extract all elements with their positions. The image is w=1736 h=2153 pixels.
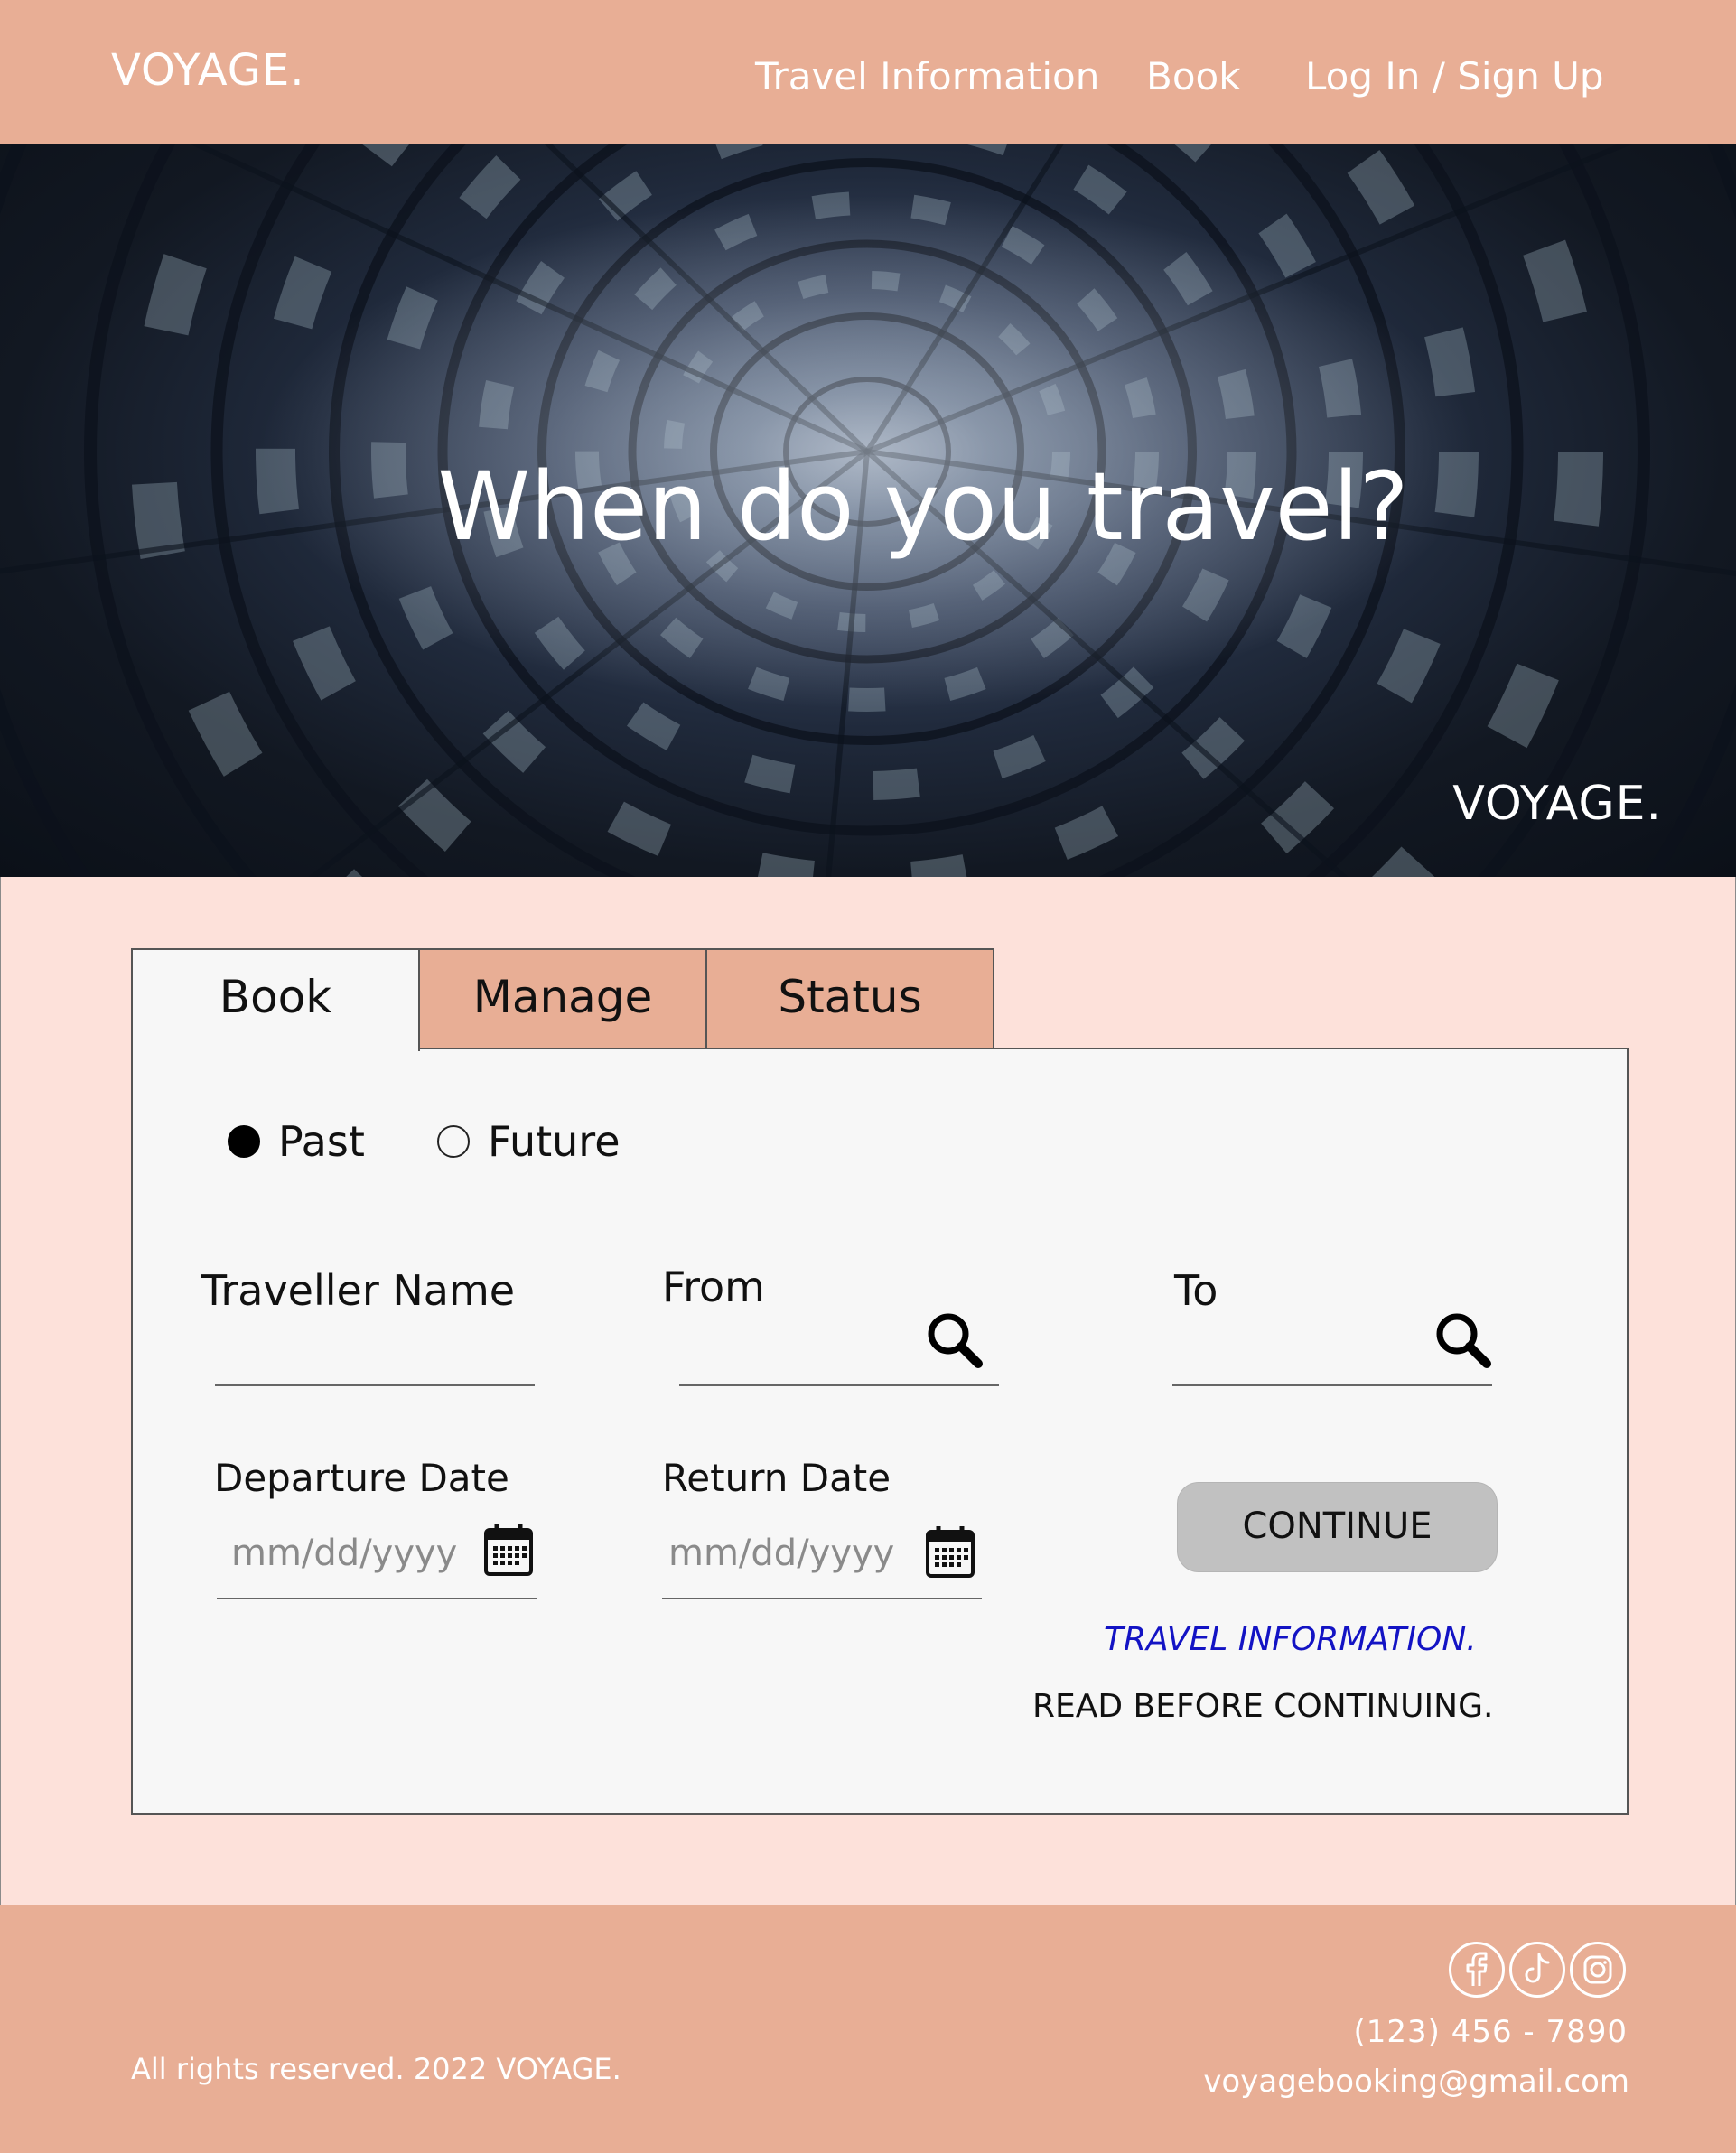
copyright-text: All rights reserved. 2022 VOYAGE.	[131, 2052, 621, 2086]
read-before-continuing-note: READ BEFORE CONTINUING.	[1032, 1688, 1494, 1725]
site-header: VOYAGE. Travel Information Book Log In /…	[0, 0, 1736, 144]
to-label: To	[1174, 1266, 1218, 1315]
return-date-input[interactable]: mm/dd/yyyy	[668, 1533, 894, 1574]
to-search-icon[interactable]	[1433, 1310, 1493, 1370]
from-label: From	[662, 1263, 765, 1311]
tiktok-glyph-icon	[1525, 1953, 1550, 1983]
hero-title: When do you travel?	[437, 452, 1409, 562]
to-underline	[1172, 1384, 1492, 1386]
departure-calendar-icon[interactable]	[483, 1523, 534, 1577]
radio-past[interactable]: Past	[228, 1117, 365, 1166]
hero-logo: VOYAGE.	[1452, 777, 1662, 831]
tab-manage[interactable]: Manage	[418, 948, 707, 1049]
instagram-icon[interactable]	[1570, 1942, 1626, 1998]
departure-date-label: Departure Date	[214, 1456, 509, 1500]
instagram-glyph-icon	[1583, 1955, 1612, 1984]
return-calendar-icon[interactable]	[925, 1524, 975, 1579]
tab-status[interactable]: Status	[705, 948, 994, 1049]
radio-future[interactable]: Future	[437, 1117, 621, 1166]
radio-past-label: Past	[278, 1117, 365, 1166]
traveller-name-label: Traveller Name	[201, 1266, 516, 1315]
facebook-icon[interactable]	[1449, 1942, 1505, 1998]
continue-button[interactable]: CONTINUE	[1177, 1482, 1498, 1572]
to-input[interactable]	[1172, 1319, 1425, 1376]
nav-login-signup[interactable]: Log In / Sign Up	[1305, 54, 1604, 98]
contact-phone[interactable]: (123) 456 - 7890	[1353, 2014, 1628, 2050]
radio-selected-indicator	[228, 1125, 260, 1158]
facebook-glyph-icon	[1466, 1952, 1488, 1986]
radio-future-label: Future	[488, 1117, 621, 1166]
departure-date-input[interactable]: mm/dd/yyyy	[231, 1533, 457, 1574]
travel-information-link[interactable]: TRAVEL INFORMATION.	[1104, 1621, 1477, 1658]
return-date-underline	[662, 1598, 982, 1599]
from-underline	[679, 1384, 999, 1386]
departure-date-underline	[217, 1598, 537, 1599]
contact-email[interactable]: voyagebooking@gmail.com	[1203, 2064, 1629, 2100]
tiktok-icon[interactable]	[1509, 1942, 1565, 1998]
return-date-label: Return Date	[662, 1456, 891, 1500]
booking-tabs: Book Manage Status	[131, 948, 998, 1051]
from-search-icon[interactable]	[925, 1310, 985, 1370]
from-input[interactable]	[679, 1319, 921, 1376]
traveller-name-input[interactable]	[215, 1319, 533, 1376]
radio-unselected-indicator	[437, 1125, 470, 1158]
nav-travel-information[interactable]: Travel Information	[755, 54, 1099, 98]
hero-banner: When do you travel? VOYAGE.	[0, 144, 1736, 877]
tab-book[interactable]: Book	[131, 948, 420, 1051]
traveller-name-underline	[215, 1384, 535, 1386]
site-logo[interactable]: VOYAGE.	[111, 45, 305, 96]
nav-book[interactable]: Book	[1146, 54, 1241, 98]
